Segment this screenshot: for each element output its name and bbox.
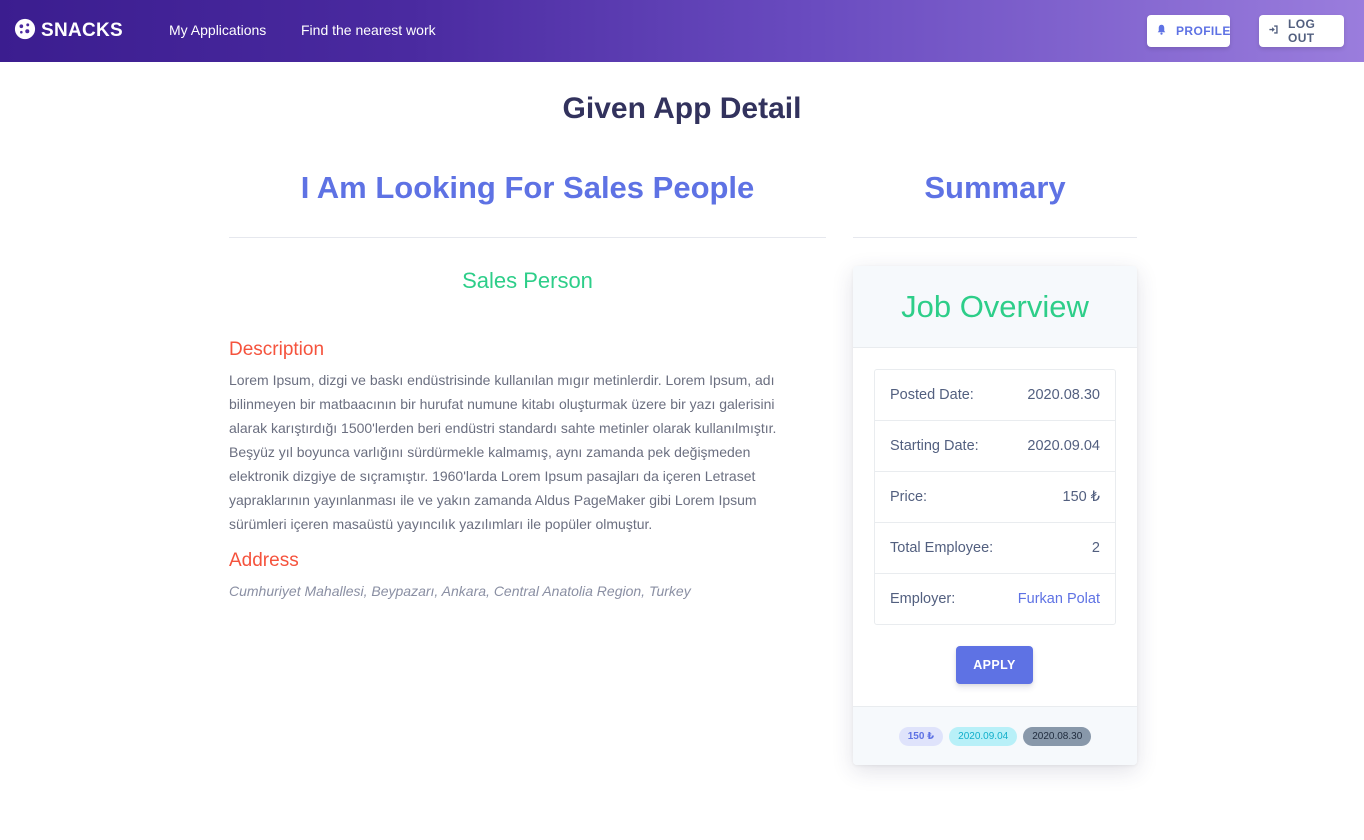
logout-button[interactable]: LOG OUT	[1259, 15, 1344, 47]
page-title: Given App Detail	[562, 92, 802, 125]
posted-date-badge: 2020.08.30	[1023, 726, 1092, 746]
overview-list: Posted Date: 2020.08.30 Starting Date: 2…	[874, 369, 1116, 625]
address-text: Cumhuriyet Mahallesi, Beypazarı, Ankara,…	[229, 583, 691, 599]
apply-button[interactable]: APPLY	[956, 646, 1033, 684]
summary-title: Summary	[924, 170, 1066, 205]
list-item-price: Price: 150 ₺	[875, 472, 1115, 523]
starting-date-value: 2020.09.04	[1027, 438, 1100, 454]
top-navbar: SNACKS My Applications Find the nearest …	[0, 0, 1364, 62]
list-item-employer: Employer: Furkan Polat	[875, 574, 1115, 624]
total-employee-value: 2	[1091, 540, 1100, 556]
brand-name: SNACKS	[41, 20, 124, 41]
divider-left	[229, 237, 826, 238]
application-title: I Am Looking For Sales People	[300, 170, 755, 205]
description-heading: Description	[229, 339, 325, 360]
employer-link[interactable]: Furkan Polat	[1018, 591, 1100, 607]
employer-label: Employer:	[890, 591, 956, 607]
divider-right	[853, 237, 1137, 238]
brand[interactable]: SNACKS	[14, 18, 123, 44]
list-item-posted-date: Posted Date: 2020.08.30	[875, 370, 1115, 421]
starting-date-badge: 2020.09.04	[949, 726, 1018, 746]
list-item-starting-date: Starting Date: 2020.09.04	[875, 421, 1115, 472]
nav-link-my-applications[interactable]: My Applications	[169, 22, 266, 38]
job-overview-card: Job Overview Posted Date: 2020.08.30 Sta…	[853, 266, 1137, 765]
sign-out-icon	[1268, 24, 1288, 38]
total-employee-label: Total Employee:	[890, 540, 994, 556]
posted-date-label: Posted Date:	[890, 387, 974, 403]
cookie-logo-icon	[14, 18, 36, 45]
price-label: Price:	[890, 489, 928, 505]
list-item-total-employee: Total Employee: 2	[875, 523, 1115, 574]
description-text: Lorem Ipsum, dizgi ve baskı endüstrisind…	[229, 372, 777, 532]
price-value: 150 ₺	[1062, 489, 1100, 505]
job-overview-title: Job Overview	[853, 266, 1137, 348]
starting-date-label: Starting Date:	[890, 438, 979, 454]
card-footer: 150 ₺ 2020.09.04 2020.08.30	[853, 706, 1137, 765]
posted-date-value: 2020.08.30	[1027, 387, 1100, 403]
bell-icon	[1156, 24, 1176, 38]
nav-link-find-nearest-work[interactable]: Find the nearest work	[301, 22, 436, 38]
address-heading: Address	[229, 550, 299, 571]
logout-button-label: LOG OUT	[1288, 17, 1316, 45]
price-badge: 150 ₺	[898, 726, 944, 746]
profile-button-label: PROFILE	[1176, 24, 1231, 38]
profile-button[interactable]: PROFILE	[1147, 15, 1230, 47]
job-name: Sales Person	[462, 268, 593, 293]
